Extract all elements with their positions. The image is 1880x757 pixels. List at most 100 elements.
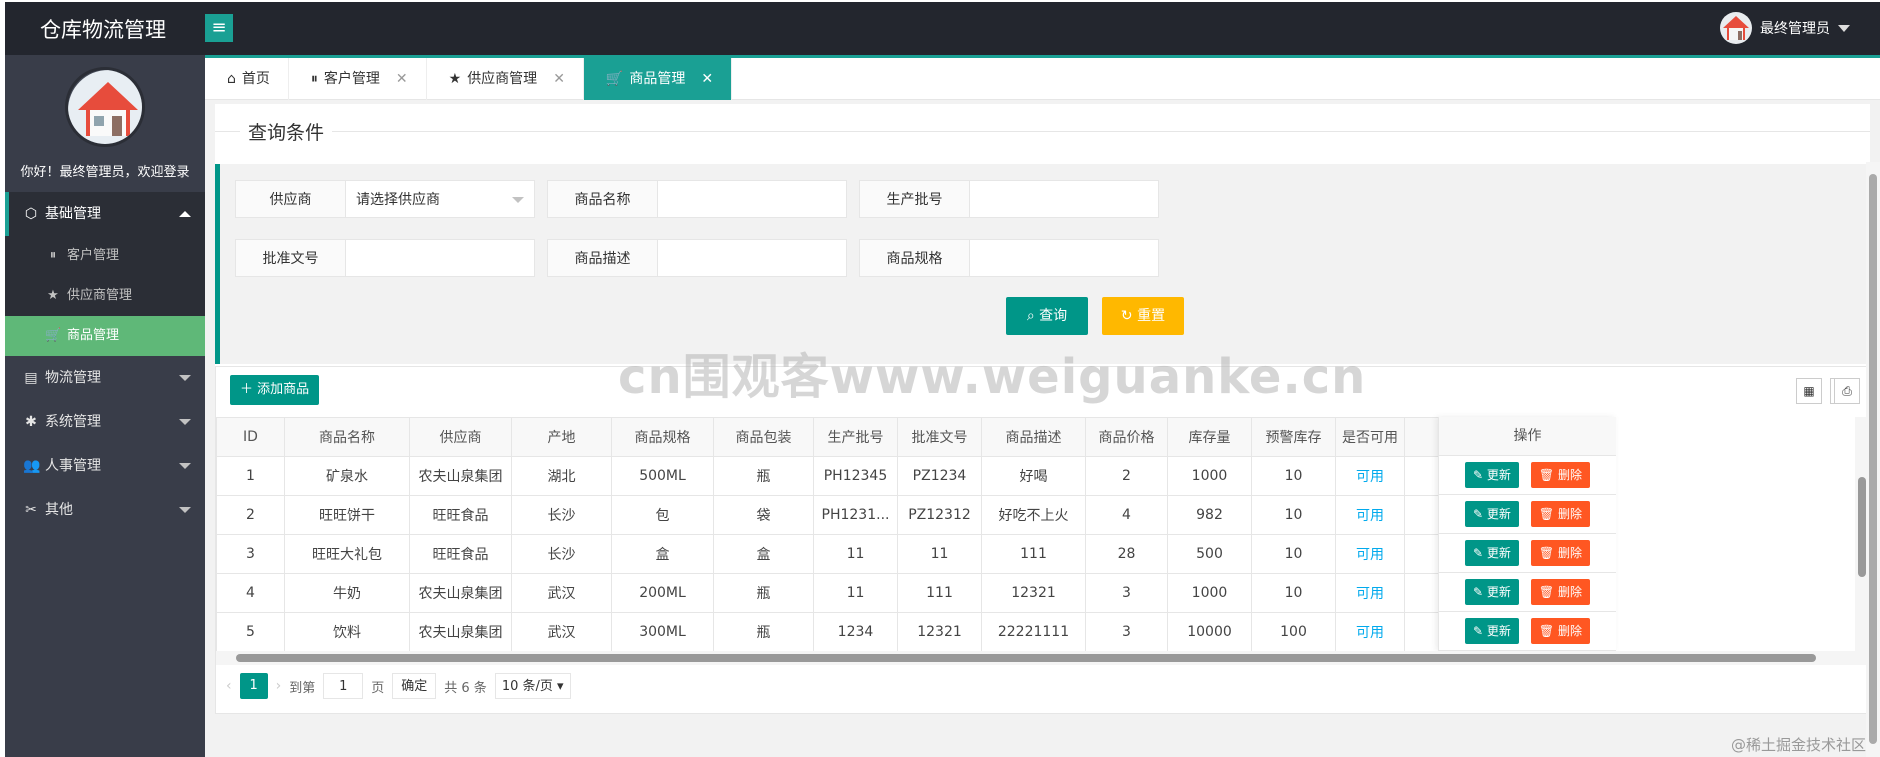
table-horizontal-scrollbar[interactable] — [216, 651, 1869, 665]
table-cell: 武汉 — [511, 612, 612, 652]
goto-page-input[interactable]: 1 — [323, 673, 364, 699]
goods-desc-input[interactable] — [657, 239, 847, 277]
sidebar-item-hr[interactable]: 👥 人事管理 — [5, 444, 205, 488]
chevron-down-icon — [179, 507, 191, 513]
delete-button[interactable]: 🗑 删除 — [1530, 501, 1590, 527]
edit-button[interactable]: ✎ 更新 — [1465, 462, 1519, 488]
field-supplier: 供应商 请选择供应商 — [235, 180, 535, 218]
tab-label: 商品管理 — [629, 71, 686, 87]
sidebar-item-customer[interactable]: ⏸ 客户管理 — [5, 236, 205, 276]
menu-toggle-button[interactable]: ≡ — [205, 14, 233, 42]
edit-button[interactable]: ✎ 更新 — [1465, 618, 1519, 644]
batch-no-input[interactable] — [969, 180, 1159, 218]
page-vertical-scrollbar[interactable] — [1866, 162, 1880, 757]
table-cell: 1000 — [1167, 573, 1252, 613]
field-approval-no: 批准文号 — [235, 239, 535, 277]
column-header[interactable]: 批准文号 — [897, 417, 982, 457]
sidebar-item-other[interactable]: ✂ 其他 — [5, 488, 205, 532]
column-header[interactable]: 商品描述 — [981, 417, 1086, 457]
column-header[interactable]: 产地 — [511, 417, 612, 457]
column-header[interactable]: 预警库存 — [1251, 417, 1336, 457]
table-cell: 100 — [1251, 612, 1336, 652]
tools-icon: ✂ — [25, 502, 37, 518]
table-cell: 长沙 — [511, 534, 612, 574]
tab-label: 供应商管理 — [467, 71, 538, 87]
goods-table-panel: ＋ 添加商品 ▦ ⇩ ⎙ ID 商品名称 供应商 产地 商品规格 — [215, 366, 1870, 714]
footnote: @稀土掘金技术社区 — [1730, 736, 1866, 754]
scroll-thumb[interactable] — [1869, 174, 1877, 744]
table-cell: 22221111 — [981, 612, 1086, 652]
column-header[interactable]: 商品价格 — [1085, 417, 1168, 457]
tab-customer[interactable]: ⏸ 客户管理 ✕ — [289, 58, 427, 100]
column-header[interactable]: 商品包装 — [713, 417, 814, 457]
column-header[interactable]: 生产批号 — [813, 417, 898, 457]
table-cell: 1234 — [813, 612, 898, 652]
table-cell: 旺旺大礼包 — [284, 534, 410, 574]
close-icon[interactable]: ✕ — [553, 58, 565, 100]
column-header[interactable]: 商品规格 — [611, 417, 714, 457]
column-header[interactable]: 库存量 — [1167, 417, 1252, 457]
next-page-button[interactable]: › — [276, 678, 282, 694]
sidebar-item-goods[interactable]: 🛒 商品管理 — [5, 316, 205, 356]
user-menu[interactable]: 最终管理员 — [1720, 12, 1850, 44]
goods-table: ID 商品名称 供应商 产地 商品规格 商品包装 生产批号 批准文号 商品描述 … — [216, 417, 1605, 652]
goods-name-input[interactable] — [657, 180, 847, 218]
sidebar-item-basic[interactable]: ⬡ 基础管理 — [5, 192, 205, 236]
page-size-select[interactable]: 10 条/页 ▾ — [494, 673, 571, 699]
watermark: cn围观客www.weiguanke.cn — [618, 349, 1367, 405]
button-label: 删除 — [1557, 507, 1582, 521]
sidebar-item-supplier[interactable]: ★ 供应商管理 — [5, 276, 205, 316]
table-row[interactable]: 1 矿泉水 农夫山泉集团 湖北 500ML 瓶 PH12345 PZ1234 好喝 2 1000 10… — [216, 456, 1605, 496]
close-icon[interactable]: ✕ — [396, 58, 408, 100]
goods-spec-input[interactable] — [969, 239, 1159, 277]
tab-goods[interactable]: 🛒 商品管理 ✕ — [583, 58, 733, 100]
edit-button[interactable]: ✎ 更新 — [1465, 579, 1519, 605]
clipboard-icon: ▤ — [24, 370, 38, 386]
table-row[interactable]: 2 旺旺饼干 旺旺食品 长沙包袋 PH1231... PZ12312 好吃不上火 4 982 10… — [216, 495, 1605, 535]
delete-button[interactable]: 🗑 删除 — [1530, 540, 1590, 566]
button-label: 添加商品 — [257, 382, 310, 397]
scroll-thumb[interactable] — [1858, 477, 1866, 577]
table-cell: 瓶 — [713, 612, 814, 652]
column-header[interactable]: 是否可用 — [1335, 417, 1405, 457]
reset-button[interactable]: ↻ 重置 — [1102, 297, 1184, 335]
edit-button[interactable]: ✎ 更新 — [1465, 501, 1519, 527]
edit-button[interactable]: ✎ 更新 — [1465, 540, 1519, 566]
delete-button[interactable]: 🗑 删除 — [1530, 579, 1590, 605]
table-row[interactable]: 4 牛奶 农夫山泉集团 武汉 200ML 瓶 11 111 12321 3 1000 10 可用 — [216, 573, 1605, 613]
delete-button[interactable]: 🗑 删除 — [1530, 462, 1590, 488]
scroll-thumb[interactable] — [236, 654, 1816, 662]
tab-supplier[interactable]: ★ 供应商管理 ✕ — [427, 58, 584, 100]
avatar — [65, 67, 145, 147]
table-cell: 饮料 — [284, 612, 410, 652]
supplier-select[interactable]: 请选择供应商 — [345, 180, 535, 218]
delete-button[interactable]: 🗑 删除 — [1530, 618, 1590, 644]
table-cell: 农夫山泉集团 — [409, 456, 512, 496]
table-row[interactable]: 5 饮料 农夫山泉集团 武汉 300ML 瓶 1234 12321 22221111 3 10000… — [216, 612, 1605, 652]
confirm-page-button[interactable]: 确定 — [392, 673, 437, 699]
table-row[interactable]: 3 旺旺大礼包 旺旺食品 长沙盒盒 11 11 111 28 500 10 可用 — [216, 534, 1605, 574]
button-label: 查询 — [1039, 308, 1068, 324]
field-label: 商品规格 — [859, 239, 969, 277]
prev-page-button[interactable]: ‹ — [226, 678, 232, 694]
page-number-current[interactable]: 1 — [239, 673, 268, 699]
action-row: ✎ 更新 🗑 删除 — [1439, 534, 1616, 573]
column-header[interactable]: ID — [216, 417, 285, 457]
sidebar-item-system[interactable]: ✱ 系统管理 — [5, 400, 205, 444]
column-header[interactable]: 供应商 — [409, 417, 512, 457]
close-icon[interactable]: ✕ — [701, 58, 713, 100]
print-icon[interactable]: ⎙ — [1834, 378, 1860, 404]
sidebar-item-logistics[interactable]: ▤ 物流管理 — [5, 356, 205, 400]
home-icon: ⌂ — [227, 71, 236, 87]
approval-no-input[interactable] — [345, 239, 535, 277]
trash-icon: 🗑 — [1538, 624, 1558, 638]
add-goods-button[interactable]: ＋ 添加商品 — [230, 375, 320, 405]
table-cell: 2 — [216, 495, 285, 535]
search-button[interactable]: ⌕ 查询 — [1006, 297, 1088, 335]
table-cell: 11 — [813, 534, 898, 574]
tab-home[interactable]: ⌂ 首页 — [205, 58, 289, 100]
column-header[interactable]: 商品名称 — [284, 417, 410, 457]
columns-icon[interactable]: ▦ — [1796, 378, 1822, 404]
table-cell: 可用 — [1335, 573, 1405, 613]
action-row: ✎ 更新 🗑 删除 — [1439, 456, 1616, 495]
